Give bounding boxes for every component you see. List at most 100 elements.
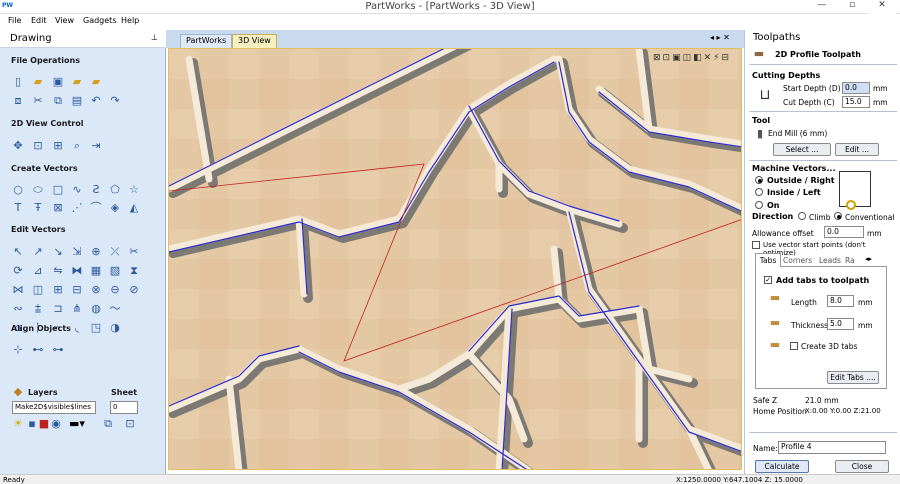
close-window-button[interactable]: ✕ — [868, 0, 896, 14]
select-tool-button[interactable]: Select ... — [773, 143, 831, 156]
polygon-icon[interactable]: ⬠ — [109, 184, 121, 196]
select-icon[interactable]: ↖ — [12, 246, 24, 258]
sheet-select[interactable]: 0 — [110, 401, 138, 414]
array-icon[interactable]: ⊞ — [52, 284, 64, 296]
weld-icon[interactable]: ⧗ — [128, 265, 140, 277]
redo-icon[interactable]: ↷ — [109, 95, 121, 107]
edit-tabs-button[interactable]: Edit Tabs .... — [827, 371, 879, 384]
subtract-icon[interactable]: ⊖ — [109, 284, 121, 296]
node-edit-icon[interactable]: ↗ — [32, 246, 44, 258]
toolpath-name-input[interactable]: Profile 4 — [778, 441, 886, 454]
calculate-button[interactable]: Calculate — [755, 460, 809, 473]
spline-icon[interactable]: ∾ — [12, 303, 24, 315]
bulb-icon[interactable]: ☀ — [12, 418, 24, 430]
menu-edit[interactable]: Edit — [31, 16, 47, 25]
ungroup-icon[interactable]: ▧ — [109, 265, 121, 277]
paste-icon[interactable]: ▤ — [71, 95, 83, 107]
layer-manage-icon[interactable]: ⊡ — [124, 418, 136, 430]
cut-depth-input[interactable]: 15.0 — [842, 96, 870, 108]
export-icon[interactable]: ▰ — [90, 76, 102, 88]
tab-navigation[interactable]: ◂ ▸ ✕ — [710, 33, 730, 42]
fit-curve-icon[interactable]: ◍ — [90, 303, 102, 315]
new-file-icon[interactable]: ▯ — [12, 76, 24, 88]
scissors-icon[interactable]: ✂ — [128, 246, 140, 258]
color-icon[interactable]: ■ — [38, 418, 50, 430]
nest-icon[interactable]: ⊟ — [71, 284, 83, 296]
outside-right-radio[interactable] — [755, 176, 763, 184]
layer-visibility-icon[interactable]: ◉ — [50, 418, 62, 430]
subtab-leads[interactable]: Leads — [819, 256, 841, 265]
pan-icon[interactable]: ✥ — [12, 140, 24, 152]
align-horizontal-icon[interactable]: ⊷ — [32, 344, 44, 356]
import-icon[interactable]: ▰ — [71, 76, 83, 88]
conventional-radio[interactable] — [834, 212, 842, 220]
vector-start-checkbox[interactable] — [752, 241, 760, 249]
align-center-icon[interactable]: ⊹ — [12, 344, 24, 356]
copy-icon[interactable]: ⧉ — [52, 95, 64, 107]
save-icon[interactable]: ▣ — [52, 76, 64, 88]
dogbone-icon[interactable]: ◑ — [109, 322, 121, 334]
menu-view[interactable]: View — [55, 16, 74, 25]
mirror-icon[interactable]: ⇋ — [52, 265, 64, 277]
dimension-icon[interactable]: ⊠ — [52, 202, 64, 214]
transform-icon[interactable]: ↘ — [52, 246, 64, 258]
bend-icon[interactable]: ◟ — [71, 322, 83, 334]
subtab-ramps[interactable]: Ra — [845, 256, 855, 265]
fillet-icon[interactable]: ⌒ — [90, 202, 102, 214]
trace-icon[interactable]: ⋰ — [71, 202, 83, 214]
undo-icon[interactable]: ↶ — [90, 95, 102, 107]
subtab-tabs[interactable]: Tabs — [755, 253, 781, 267]
tab-3d-view[interactable]: 3D View — [232, 34, 277, 48]
close-vector-icon[interactable]: ⊘ — [128, 284, 140, 296]
allowance-input[interactable]: 0.0 — [824, 226, 864, 238]
thickness-input[interactable]: 5.0 — [827, 318, 854, 330]
subtab-corners[interactable]: Corners — [783, 256, 812, 265]
distort-icon[interactable]: ⧓ — [71, 265, 83, 277]
align-vertical-icon[interactable]: ⊶ — [52, 344, 64, 356]
zoom-box-icon[interactable]: ⊡ — [32, 140, 44, 152]
menu-help[interactable]: Help — [121, 16, 139, 25]
text-icon[interactable]: T — [12, 202, 24, 214]
circle-icon[interactable]: ○ — [12, 184, 24, 196]
layer-select[interactable]: Make2D$visible$lines — [12, 401, 96, 414]
tab-partworks[interactable]: PartWorks — [180, 34, 233, 48]
layer-properties-icon[interactable]: ⧉ — [102, 418, 114, 430]
curve-icon[interactable]: Ƨ — [90, 184, 102, 196]
3d-viewport[interactable]: ⊠⊡▣◫◧✕⚡⊟ — [168, 48, 742, 470]
start-depth-input[interactable]: 0.0 — [842, 82, 870, 94]
close-button[interactable]: Close — [835, 460, 889, 473]
offset-icon[interactable]: ◫ — [32, 284, 44, 296]
view-toolbar-icon[interactable]: ⊠⊡▣◫◧✕⚡⊟ — [653, 53, 731, 63]
length-input[interactable]: 8.0 — [827, 295, 854, 307]
zoom-icon[interactable]: ⌕ — [71, 140, 83, 152]
restore-button[interactable]: ▫ — [838, 0, 866, 14]
climb-radio[interactable] — [798, 212, 806, 220]
trim-icon[interactable]: ⤫ — [109, 246, 121, 258]
menu-file[interactable]: File — [8, 16, 21, 25]
wave-icon[interactable]: 〜 — [109, 303, 121, 315]
join-icon[interactable]: ⋈ — [12, 284, 24, 296]
open-file-icon[interactable]: ▰ — [32, 76, 44, 88]
smooth-icon[interactable]: ⩲ — [32, 303, 44, 315]
text-on-curve-icon[interactable]: Ŧ — [32, 202, 44, 214]
scale-icon[interactable]: ⊿ — [32, 265, 44, 277]
corner-icon[interactable]: ◳ — [90, 322, 102, 334]
fit-icon[interactable]: ⧈ — [12, 95, 24, 107]
group-icon[interactable]: ▦ — [90, 265, 102, 277]
zoom-extents-icon[interactable]: ⊞ — [52, 140, 64, 152]
node-icon[interactable]: ◈ — [109, 202, 121, 214]
extend-icon[interactable]: ⊐ — [52, 303, 64, 315]
pin-icon[interactable]: ⊥ — [151, 33, 158, 42]
lock-icon[interactable]: ▪ — [26, 418, 38, 430]
boolean-icon[interactable]: ⊗ — [90, 284, 102, 296]
to-3d-view-icon[interactable]: ⇥ — [90, 140, 102, 152]
create-3d-tabs-checkbox[interactable] — [790, 342, 798, 350]
on-radio[interactable] — [755, 201, 763, 209]
rectangle-icon[interactable]: □ — [52, 184, 64, 196]
menu-gadgets[interactable]: Gadgets — [83, 16, 116, 25]
add-tabs-checkbox[interactable]: ✓ — [764, 276, 772, 284]
minimize-button[interactable]: — — [808, 0, 836, 14]
edit-tool-button[interactable]: Edit ... — [835, 143, 879, 156]
polyline-icon[interactable]: ∿ — [71, 184, 83, 196]
inside-left-radio[interactable] — [755, 188, 763, 196]
